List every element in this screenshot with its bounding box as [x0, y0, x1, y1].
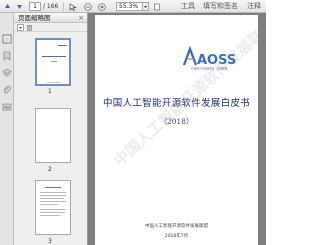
comment-button[interactable]: 注释: [247, 2, 261, 11]
thumbnail-text-line: [40, 215, 60, 216]
zoom-dropdown[interactable]: [143, 2, 149, 11]
zoom-in-icon[interactable]: [97, 2, 107, 11]
arrow-down-icon[interactable]: [15, 2, 24, 11]
thumbnail-label-2: 2: [48, 166, 52, 173]
zoom-level-input[interactable]: 55.3%: [116, 2, 143, 11]
attachments-icon[interactable]: [2, 85, 12, 95]
thumbnail-text-line: [40, 209, 66, 210]
page-thumbnails-icon[interactable]: [2, 34, 12, 44]
thumbnail-logo-mark: [58, 45, 67, 46]
navigation-rail: [0, 13, 14, 245]
fill-sign-button[interactable]: 填写和签名: [203, 2, 238, 11]
thumbnail-page-3[interactable]: [35, 180, 71, 235]
thumbnail-year-mark: [51, 61, 57, 62]
thumbnail-text-line: [40, 192, 66, 193]
thumbnail-text-line: [40, 201, 66, 202]
document-page: AOSS 开放原子开源基金会 · 开放数据 中国人工智能开源软件发展白皮书 （2…: [95, 15, 258, 245]
thumbnail-text-line: [40, 198, 64, 199]
document-viewer[interactable]: AOSS 开放原子开源基金会 · 开放数据 中国人工智能开源软件发展白皮书 （2…: [88, 13, 266, 245]
thumbnail-text-line: [40, 204, 58, 205]
thumbnails-header: 页面缩略图 ×: [14, 13, 87, 23]
signatures-icon[interactable]: [2, 102, 12, 112]
document-organization: 中国人工智能开源软件发展联盟: [145, 224, 208, 229]
thumbnail-label-1: 1: [48, 88, 52, 95]
thumbnail-label-3: 3: [48, 238, 52, 245]
layers-icon[interactable]: [2, 68, 12, 78]
page-total: / 166: [43, 3, 59, 10]
thumbnails-title: 页面缩略图: [18, 14, 51, 22]
thumbnail-footer-mark: [47, 82, 61, 83]
fit-page-icon[interactable]: [152, 2, 162, 11]
thumbnail-page-2[interactable]: [35, 108, 71, 163]
toolbar: 1 / 166 55.3% 工具 填写和签名 注释: [0, 0, 266, 13]
hand-tool-icon[interactable]: [67, 2, 79, 11]
thumbnail-options-icon[interactable]: [17, 24, 24, 31]
toolbar-divider: [63, 2, 64, 11]
thumbnail-title-mark: [42, 56, 66, 57]
zoom-out-icon[interactable]: [83, 2, 93, 11]
arrow-up-icon[interactable]: [3, 2, 12, 11]
document-date: 2018年7月: [164, 234, 189, 239]
tools-button[interactable]: 工具: [181, 2, 195, 11]
thumbnail-page-1[interactable]: [35, 38, 71, 86]
close-icon[interactable]: ×: [78, 14, 84, 22]
thumbnail-text-line: [40, 212, 65, 213]
thumbnail-text-line: [40, 195, 66, 196]
bookmarks-icon[interactable]: [2, 51, 12, 61]
delete-page-icon[interactable]: [26, 24, 33, 31]
page-thumbnails-panel: 页面缩略图 × 1 2 3: [14, 13, 88, 245]
page-number-input[interactable]: 1: [29, 2, 41, 11]
thumbnail-text-line: [45, 187, 61, 188]
chevron-down-icon: [144, 6, 147, 8]
thumbnails-toolbar: [14, 23, 87, 32]
